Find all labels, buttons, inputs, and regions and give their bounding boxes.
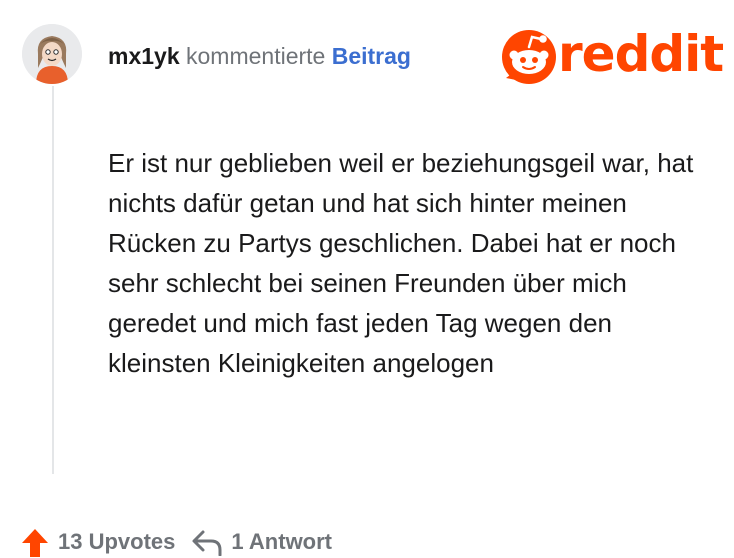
action-text: kommentierte	[186, 43, 326, 69]
reddit-snoo-icon	[502, 30, 556, 84]
username[interactable]: mx1yk	[108, 43, 180, 69]
avatar-illustration	[22, 24, 82, 84]
post-link[interactable]: Beitrag	[332, 43, 411, 69]
avatar[interactable]	[22, 24, 82, 84]
upvote-button[interactable]: 13 Upvotes	[20, 527, 175, 557]
reddit-logo: reddit	[500, 25, 724, 86]
reddit-wordmark: reddit	[558, 25, 724, 83]
comment-body: Er ist nur geblieben weil er beziehungsg…	[108, 148, 694, 378]
comment-card: mx1yk kommentierte Beitrag reddit Er ist…	[0, 0, 734, 558]
reply-button[interactable]: 1 Antwort	[191, 528, 332, 556]
reply-arrow-icon	[192, 530, 222, 556]
reply-count: 1 Antwort	[231, 529, 333, 554]
upvote-arrow-icon	[22, 529, 48, 557]
comment-footer: 13 Upvotes 1 Antwort	[20, 522, 332, 558]
thread-line[interactable]	[52, 86, 54, 474]
upvote-count: 13 Upvotes	[58, 529, 176, 554]
comment-header: mx1yk kommentierte Beitrag	[108, 42, 411, 70]
